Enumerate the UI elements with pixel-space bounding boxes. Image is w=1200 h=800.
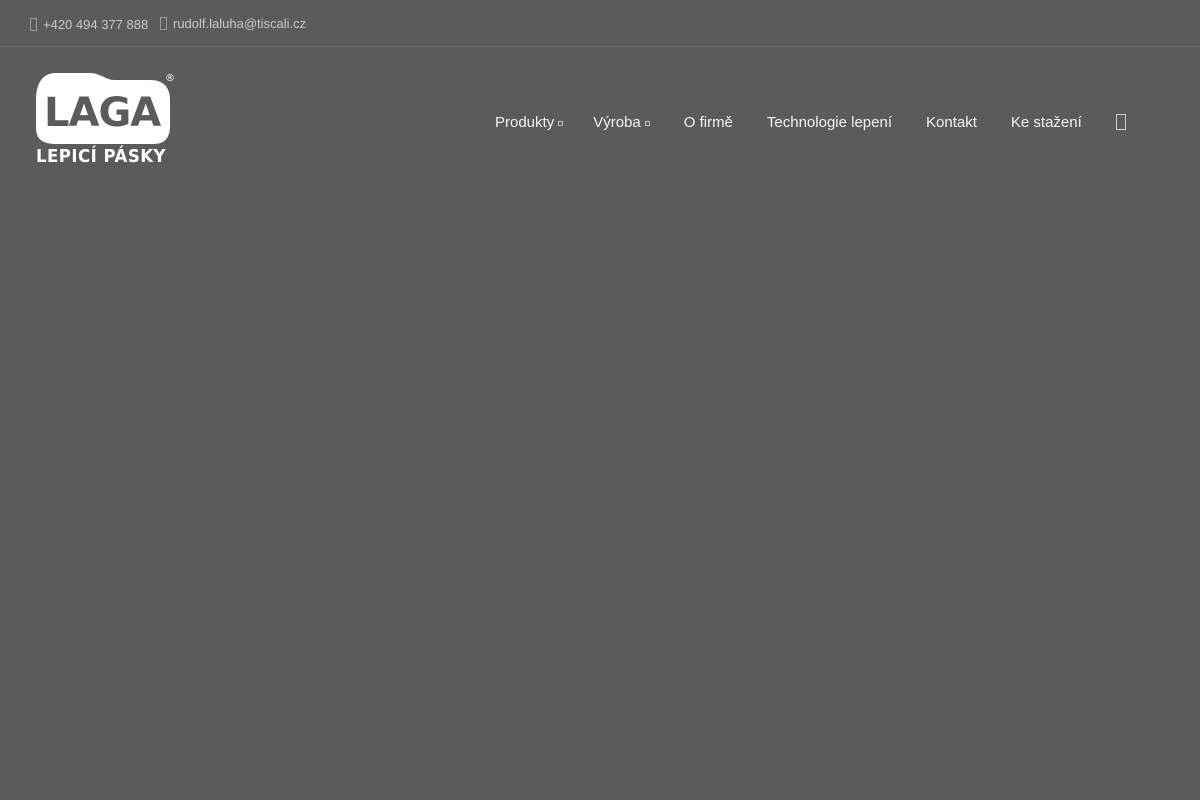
top-contact-bar: +420 494 377 888 rudolf.laluha@tiscali.c… [0,0,1200,47]
phone-number[interactable]: +420 494 377 888 [43,17,148,32]
nav-label[interactable]: Produkty [495,114,554,131]
registered-mark: ® [165,73,175,84]
email-address[interactable]: rudolf.laluha@tiscali.cz [173,16,306,31]
logo-tagline: LEPICÍ PÁSKY [36,146,166,167]
nav-item-technologie-lepeni[interactable]: Technologie lepení [767,114,892,131]
nav-label[interactable]: Výroba [593,114,641,131]
nav-item-o-firme[interactable]: O firmě [684,114,733,131]
nav-label[interactable]: Ke stažení [1011,114,1082,131]
nav-label[interactable]: O firmě [684,114,733,131]
nav-item-ke-stazeni[interactable]: Ke stažení [1011,114,1082,131]
chevron-down-icon [558,121,564,126]
nav-label[interactable]: Kontakt [926,114,977,131]
main-navigation: Produkty Výroba O firmě Technologie lepe… [495,110,1082,134]
logo-wordmark: LAGA [44,90,161,136]
phone-contact[interactable]: +420 494 377 888 [30,14,148,34]
nav-item-produkty[interactable]: Produkty [495,114,564,131]
phone-icon [30,17,37,31]
mail-icon [160,16,167,30]
search-icon[interactable] [1116,114,1126,130]
email-contact[interactable]: rudolf.laluha@tiscali.cz [160,13,306,33]
chevron-down-icon [644,121,650,126]
logo-mark-icon: LAGA ® [36,73,175,144]
site-logo[interactable]: LAGA ® LEPICÍ PÁSKY [34,70,179,172]
nav-item-kontakt[interactable]: Kontakt [926,114,977,131]
nav-label[interactable]: Technologie lepení [767,114,892,131]
nav-item-vyroba[interactable]: Výroba [593,114,650,131]
